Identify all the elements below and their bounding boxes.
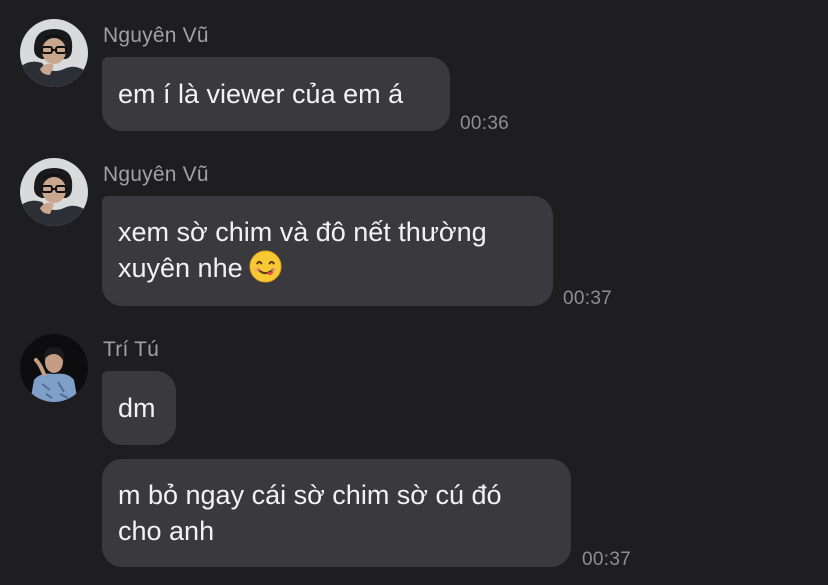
message-bubble[interactable]: xem sờ chim và đô nết thường xuyên nhe: [102, 196, 553, 306]
avatar-nguyen-vu-icon[interactable]: [20, 158, 88, 226]
sender-name: Trí Tú: [103, 338, 160, 361]
message-text-line: cho anh: [118, 516, 215, 546]
avatar-nguyen-vu-icon[interactable]: [20, 19, 88, 87]
message-timestamp: 00:36: [460, 113, 510, 134]
message-text: em í là viewer của em á: [118, 79, 404, 109]
message-bubble[interactable]: m bỏ ngay cái sờ chim sờ cú đó cho anh: [102, 459, 571, 567]
chat-thread: Nguyên Vũ em í là viewer của em á 00:36 …: [0, 0, 828, 585]
message-bubble[interactable]: em í là viewer của em á: [102, 57, 450, 131]
message-text: dm: [118, 393, 156, 423]
sender-name: Nguyên Vũ: [103, 163, 209, 186]
message-bubble[interactable]: dm: [102, 371, 176, 445]
message-text-line: m bỏ ngay cái sờ chim sờ cú đó: [118, 480, 502, 510]
message-text-line: xuyên nhe: [118, 253, 243, 283]
sender-name: Nguyên Vũ: [103, 24, 209, 47]
message-text-line-with-emoji: xuyên nhe: [118, 250, 537, 286]
message-timestamp: 00:37: [582, 549, 632, 570]
message-text-line: xem sờ chim và đô nết thường: [118, 217, 487, 247]
message-timestamp: 00:37: [563, 288, 613, 309]
yum-face-emoji: [249, 250, 282, 283]
avatar-tri-tu-icon[interactable]: [20, 334, 88, 402]
